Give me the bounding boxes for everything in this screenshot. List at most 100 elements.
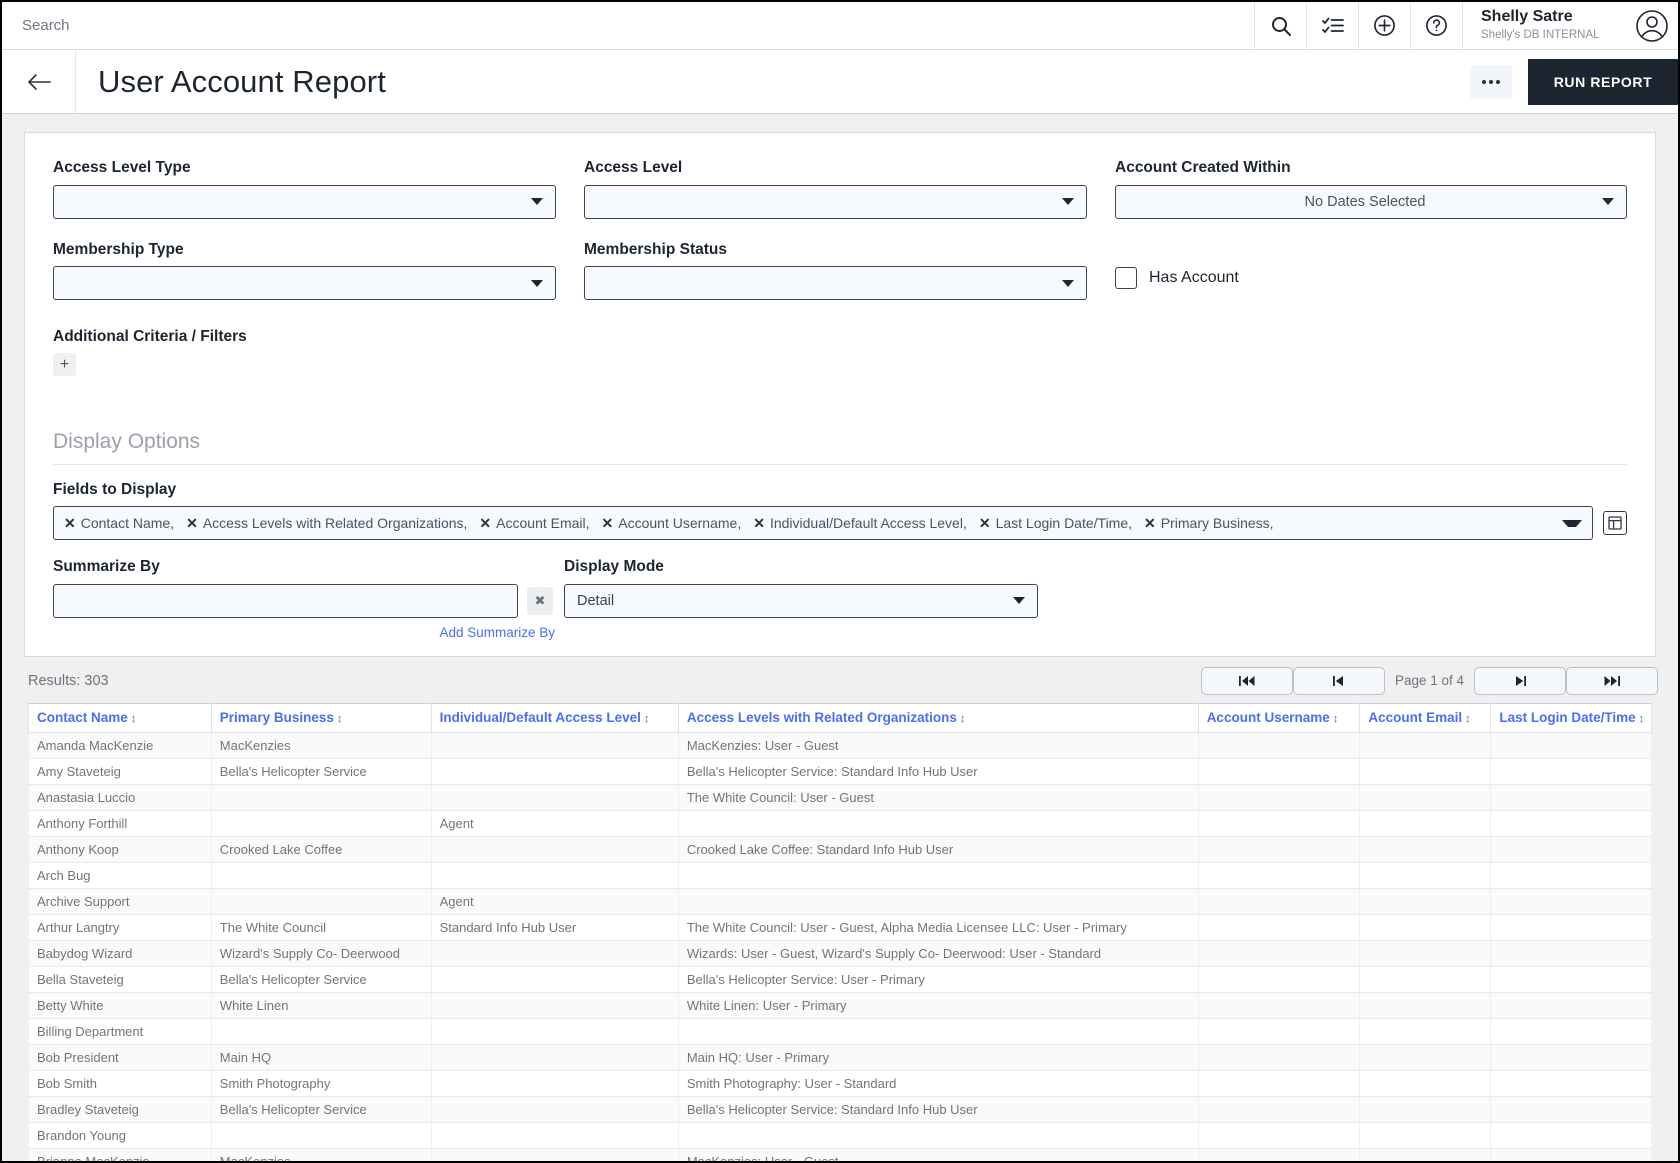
back-button[interactable] [2,50,76,113]
table-cell: Smith Photography: User - Standard [678,1070,1198,1096]
table-cell [431,1148,678,1161]
table-cell [678,862,1198,888]
table-cell: Bradley Staveteig [29,1096,212,1122]
sort-arrows-icon[interactable]: ↕ [1333,713,1339,725]
summarize-by-clear-button[interactable]: ✖ [527,587,553,615]
remove-chip-icon[interactable]: ✕ [1144,516,1156,530]
table-row[interactable]: Bob SmithSmith PhotographySmith Photogra… [29,1070,1652,1096]
table-cell: MacKenzies: User - Guest [678,1148,1198,1161]
table-column-header[interactable]: Contact Name↕ [29,703,212,732]
more-options-button[interactable] [1470,65,1512,99]
table-cell [1491,784,1652,810]
table-column-header[interactable]: Primary Business↕ [211,703,431,732]
field-chip[interactable]: ✕Account Email, [479,515,589,531]
access-level-select[interactable] [584,185,1087,219]
sort-arrows-icon[interactable]: ↕ [1465,713,1471,725]
table-cell [1491,940,1652,966]
table-column-header[interactable]: Account Email↕ [1360,703,1491,732]
remove-chip-icon[interactable]: ✕ [186,516,198,530]
table-cell [1360,1148,1491,1161]
user-account-block[interactable]: Shelly Satre Shelly's DB INTERNAL [1462,2,1632,49]
sort-arrows-icon[interactable]: ↕ [1639,713,1645,725]
avatar[interactable] [1632,2,1678,49]
table-cell [1491,1018,1652,1044]
field-chip[interactable]: ✕Primary Business, [1144,515,1274,531]
table-row[interactable]: Billing Department [29,1018,1652,1044]
display-mode-select[interactable]: Detail [564,584,1038,618]
table-cell [1360,732,1491,758]
column-layout-icon[interactable] [1603,511,1627,535]
add-summarize-by-link[interactable]: Add Summarize By [53,625,555,640]
sort-arrows-icon[interactable]: ↕ [960,713,966,725]
field-chip[interactable]: ✕Account Username, [602,515,742,531]
field-chip[interactable]: ✕Individual/Default Access Level, [753,515,967,531]
table-row[interactable]: Brandon Young [29,1122,1652,1148]
table-row[interactable]: Anthony KoopCrooked Lake CoffeeCrooked L… [29,836,1652,862]
table-row[interactable]: Anastasia LuccioThe White Council: User … [29,784,1652,810]
table-row[interactable]: Bob PresidentMain HQMain HQ: User - Prim… [29,1044,1652,1070]
table-row[interactable]: Babydog WizardWizard's Supply Co- Deerwo… [29,940,1652,966]
display-options-section-title: Display Options [53,430,1627,465]
help-circle-icon[interactable] [1410,2,1462,49]
table-column-header[interactable]: Last Login Date/Time↕ [1491,703,1652,732]
previous-page-button[interactable] [1293,667,1385,695]
additional-criteria-label: Additional Criteria / Filters [53,328,1627,346]
report-criteria-card: Access Level Type Access Level Account C… [24,132,1656,657]
table-cell [1491,888,1652,914]
table-row[interactable]: Bradley StaveteigBella's Helicopter Serv… [29,1096,1652,1122]
next-page-button[interactable] [1474,667,1566,695]
global-search-input[interactable]: Search [2,2,1254,49]
table-column-header[interactable]: Access Levels with Related Organizations… [678,703,1198,732]
sort-arrows-icon[interactable]: ↕ [644,713,650,725]
remove-chip-icon[interactable]: ✕ [979,516,991,530]
table-column-header[interactable]: Account Username↕ [1198,703,1360,732]
table-row[interactable]: Amy StaveteigBella's Helicopter ServiceB… [29,758,1652,784]
membership-type-select[interactable] [53,266,556,300]
table-row[interactable]: Betty WhiteWhite LinenWhite Linen: User … [29,992,1652,1018]
table-cell [211,1018,431,1044]
summarize-by-input[interactable] [53,584,518,618]
table-column-header[interactable]: Individual/Default Access Level↕ [431,703,678,732]
table-row[interactable]: Arch Bug [29,862,1652,888]
chevron-down-icon [531,198,543,205]
account-created-within-select[interactable]: No Dates Selected [1115,185,1627,219]
table-row[interactable]: Amanda MacKenzieMacKenziesMacKenzies: Us… [29,732,1652,758]
remove-chip-icon[interactable]: ✕ [602,516,614,530]
task-list-icon[interactable] [1306,2,1358,49]
table-row[interactable]: Bella StaveteigBella's Helicopter Servic… [29,966,1652,992]
remove-chip-icon[interactable]: ✕ [479,516,491,530]
add-criteria-button[interactable]: + [53,353,76,376]
run-report-button[interactable]: RUN REPORT [1528,59,1678,105]
table-cell [1360,888,1491,914]
membership-status-select[interactable] [584,266,1087,300]
table-cell [1360,1070,1491,1096]
table-cell [1360,966,1491,992]
fields-to-display-select[interactable]: ✕Contact Name, ✕Access Levels with Relate… [53,506,1593,540]
sort-arrows-icon[interactable]: ↕ [337,713,343,725]
sort-arrows-icon[interactable]: ↕ [131,713,137,725]
table-row[interactable]: Anthony ForthillAgent [29,810,1652,836]
has-account-checkbox[interactable] [1115,267,1137,289]
add-circle-icon[interactable] [1358,2,1410,49]
remove-chip-icon[interactable]: ✕ [64,516,76,530]
table-cell [431,992,678,1018]
table-cell [1360,758,1491,784]
table-cell [1360,992,1491,1018]
remove-chip-icon[interactable]: ✕ [753,516,765,530]
page-header: User Account Report RUN REPORT [2,50,1678,114]
table-row[interactable]: Arthur LangtryThe White CouncilStandard … [29,914,1652,940]
table-row[interactable]: Archive SupportAgent [29,888,1652,914]
table-cell [1491,810,1652,836]
field-chip[interactable]: ✕Last Login Date/Time, [979,515,1132,531]
table-cell: The White Council: User - Guest [678,784,1198,810]
field-chip[interactable]: ✕Access Levels with Related Organization… [186,515,467,531]
table-cell [1491,758,1652,784]
field-chip[interactable]: ✕Contact Name, [64,515,174,531]
table-cell: The White Council: User - Guest, Alpha M… [678,914,1198,940]
first-page-button[interactable] [1201,667,1293,695]
access-level-type-select[interactable] [53,185,556,219]
last-page-button[interactable] [1566,667,1658,695]
search-icon[interactable] [1254,2,1306,49]
table-row[interactable]: Brianna MacKenzieMacKenziesMacKenzies: U… [29,1148,1652,1161]
has-account-row: Has Account [1115,241,1627,289]
